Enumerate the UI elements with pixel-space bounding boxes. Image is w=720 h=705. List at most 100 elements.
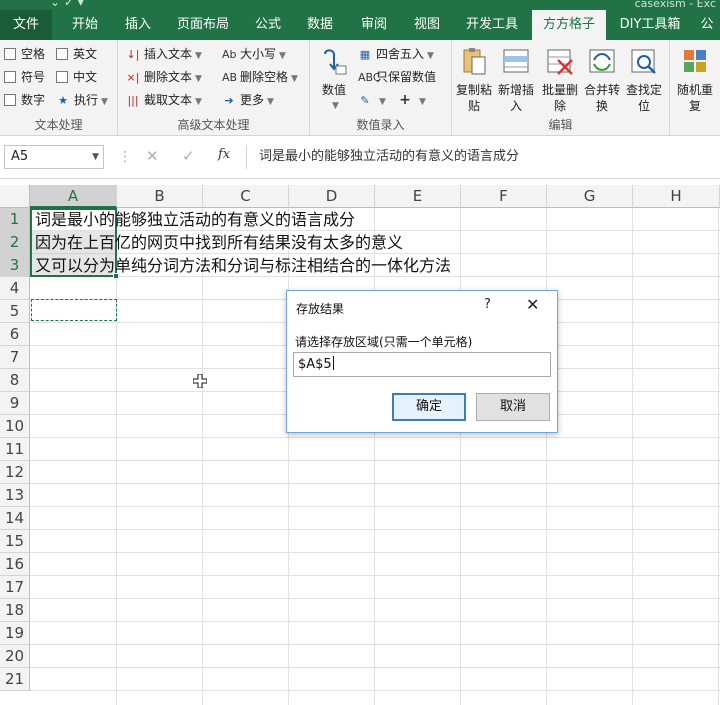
row-header[interactable]: 11: [0, 438, 30, 461]
column-header-d[interactable]: D: [289, 185, 375, 208]
option-number[interactable]: 数字: [4, 90, 45, 110]
quick-access-toolbar[interactable]: ⌄ ✓ ▾: [50, 0, 84, 9]
close-icon[interactable]: ✕: [526, 295, 539, 314]
edit-dropdown-button[interactable]: ✎ ▼: [358, 90, 386, 110]
merge-convert-button[interactable]: 合并转 换: [582, 46, 622, 114]
chevron-down-icon: ▼: [195, 51, 202, 61]
extract-text-button[interactable]: ||| 截取文本 ▼: [126, 90, 202, 110]
cell-a3[interactable]: 又可以分为单纯分词方法和分词与标注相结合的一体化方法: [35, 254, 451, 277]
dice-grid-icon: [684, 50, 706, 72]
row-header[interactable]: 9: [0, 392, 30, 415]
row-header[interactable]: 19: [0, 622, 30, 645]
keep-value-button[interactable]: ABC只保留数值: [358, 67, 436, 87]
tab-review[interactable]: 审阅: [348, 10, 400, 40]
tab-file[interactable]: 文件: [0, 10, 52, 40]
column-header-a[interactable]: A: [30, 185, 117, 208]
tab-diy[interactable]: DIY工具箱: [610, 10, 690, 40]
row-header[interactable]: 14: [0, 507, 30, 530]
round-button[interactable]: ▦ 四舍五入 ▼: [358, 44, 434, 64]
column-header-h[interactable]: H: [633, 185, 720, 208]
cell-a5-marquee[interactable]: [31, 299, 117, 321]
tab-ffgz[interactable]: 方方格子: [532, 10, 606, 41]
star-icon: ★: [58, 94, 68, 107]
option-chinese[interactable]: 中文: [56, 67, 97, 87]
select-all-corner[interactable]: [0, 185, 30, 208]
tab-developer[interactable]: 开发工具: [456, 10, 528, 40]
random-repeat-button[interactable]: 随机重 复: [674, 46, 716, 114]
formula-bar: A5 ▼ ⋮ ✕ ✓ fx 词是最小的能够独立活动的有意义的语言成分: [0, 137, 720, 179]
insert-text-button[interactable]: ↓| 插入文本 ▼: [126, 44, 202, 64]
row-header[interactable]: 18: [0, 599, 30, 622]
option-symbol[interactable]: 符号: [4, 67, 45, 87]
row-header[interactable]: 1: [0, 208, 30, 231]
column-header-f[interactable]: F: [461, 185, 547, 208]
worksheet-grid[interactable]: A B C D E F G H 1 2 3 4 5 6 7 8 9 10 11 …: [0, 185, 720, 705]
insert-new-button[interactable]: 新增插 入: [496, 46, 536, 114]
tab-data[interactable]: 数据: [296, 10, 344, 40]
window-title: casexism - Exc: [634, 0, 716, 10]
cell-a1[interactable]: 词是最小的能够独立活动的有意义的语言成分: [35, 208, 355, 231]
gridline: [30, 598, 720, 599]
insert-text-icon: ↓|: [126, 48, 140, 61]
text-group: 空格 英文 符号 中文 数字 ★ 执行 ▼ 文本处理: [0, 40, 118, 136]
delete-space-icon: AB: [222, 71, 238, 84]
gridline: [30, 506, 720, 507]
row-header[interactable]: 17: [0, 576, 30, 599]
column-header-c[interactable]: C: [203, 185, 289, 208]
row-header[interactable]: 13: [0, 484, 30, 507]
row-header[interactable]: 6: [0, 323, 30, 346]
insert-function-icon[interactable]: fx: [218, 147, 230, 162]
more-button[interactable]: ➔ 更多 ▼: [222, 90, 274, 110]
range-input[interactable]: $A$5: [293, 352, 551, 377]
tab-page-layout[interactable]: 页面布局: [166, 10, 240, 40]
copy-paste-button[interactable]: 复制粘 贴: [454, 46, 494, 114]
column-header-e[interactable]: E: [375, 185, 461, 208]
case-button[interactable]: Ab 大小写 ▼: [222, 44, 286, 64]
ok-button[interactable]: 确定: [392, 393, 466, 421]
delete-space-button[interactable]: AB 删除空格 ▼: [222, 67, 298, 87]
row-header[interactable]: 12: [0, 461, 30, 484]
tab-insert[interactable]: 插入: [114, 10, 162, 40]
add-dropdown-button[interactable]: + ▼: [398, 90, 426, 110]
tab-home[interactable]: 开始: [56, 10, 114, 40]
execute-button[interactable]: ★ 执行 ▼: [56, 90, 108, 110]
option-english[interactable]: 英文: [56, 44, 97, 64]
gridline: [116, 208, 117, 705]
enter-icon[interactable]: ✓: [182, 147, 195, 165]
tab-more[interactable]: 公: [694, 10, 720, 40]
batch-delete-button[interactable]: 批量删 除: [540, 46, 580, 114]
row-header[interactable]: 7: [0, 346, 30, 369]
find-locate-button[interactable]: 查找定 位: [624, 46, 664, 114]
cancel-icon[interactable]: ✕: [146, 147, 159, 165]
row-header[interactable]: 20: [0, 645, 30, 668]
checkbox-icon: [4, 48, 16, 60]
plus-icon: +: [399, 92, 411, 108]
row-header[interactable]: 10: [0, 415, 30, 438]
column-header-g[interactable]: G: [547, 185, 633, 208]
chevron-down-icon: ▼: [332, 101, 339, 111]
group-label: 数值录入: [356, 118, 405, 132]
tab-formulas[interactable]: 公式: [244, 10, 292, 40]
delete-text-button[interactable]: ×| 删除文本 ▼: [126, 67, 202, 87]
formula-input[interactable]: 词是最小的能够独立活动的有意义的语言成分: [246, 145, 720, 169]
row-header[interactable]: 16: [0, 553, 30, 576]
value-button[interactable]: 数值 ▼: [316, 46, 352, 114]
option-space[interactable]: 空格: [4, 44, 45, 64]
row-header[interactable]: 8: [0, 369, 30, 392]
cancel-button[interactable]: 取消: [476, 393, 550, 421]
row-header[interactable]: 15: [0, 530, 30, 553]
drag-handle-icon[interactable]: ⋮: [118, 149, 132, 165]
chevron-down-icon: ▼: [92, 152, 99, 162]
row-header[interactable]: 3: [0, 254, 30, 277]
cell-a2[interactable]: 因为在上百亿的网页中找到所有结果没有太多的意义: [35, 231, 403, 254]
column-header-b[interactable]: B: [117, 185, 203, 208]
gridline: [546, 208, 547, 705]
row-header[interactable]: 5: [0, 300, 30, 323]
row-header[interactable]: 21: [0, 668, 30, 691]
row-header[interactable]: 4: [0, 277, 30, 300]
name-box[interactable]: A5 ▼: [4, 145, 104, 169]
row-header[interactable]: 2: [0, 231, 30, 254]
crosshair-cursor-icon: [193, 374, 207, 388]
tab-view[interactable]: 视图: [402, 10, 452, 40]
help-icon[interactable]: ?: [484, 297, 491, 312]
